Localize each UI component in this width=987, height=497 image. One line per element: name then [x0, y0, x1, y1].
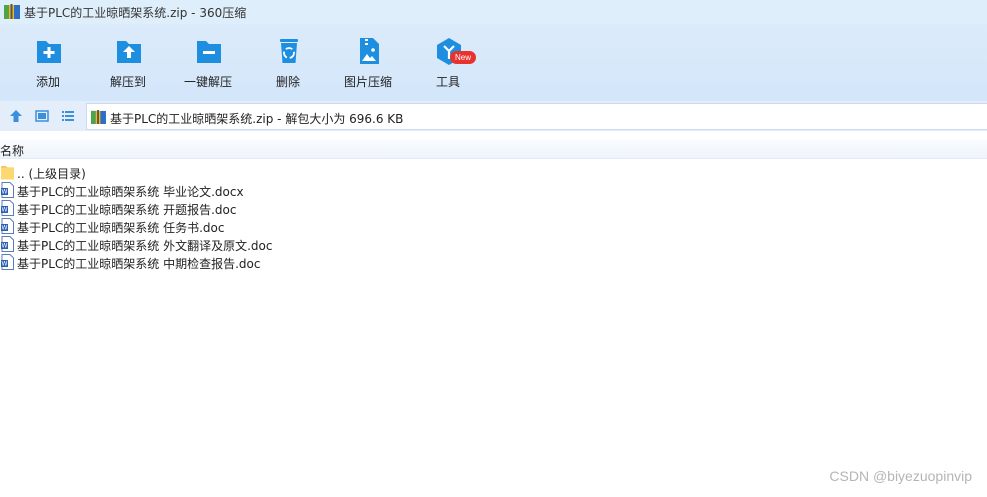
word-document-icon: W: [1, 254, 14, 270]
tools-label: 工具: [435, 75, 460, 89]
list-item[interactable]: W 基于PLC的工业晾晒架系统 毕业论文.docx: [0, 181, 600, 199]
window-title: 基于PLC的工业晾晒架系统.zip - 360压缩: [24, 6, 247, 20]
svg-text:W: W: [2, 189, 8, 196]
extract-to-button[interactable]: 解压到: [86, 36, 170, 98]
address-path: 基于PLC的工业晾晒架系统.zip - 解包大小为 696.6 KB: [110, 112, 404, 126]
file-name: 基于PLC的工业晾晒架系统 外文翻译及原文.doc: [17, 239, 273, 253]
tools-button[interactable]: 工具: [406, 36, 490, 98]
one-click-extract-icon: [197, 41, 221, 63]
file-name: 基于PLC的工业晾晒架系统 任务书.doc: [17, 221, 225, 235]
watermark: CSDN @biyezuopinvip: [829, 468, 972, 484]
word-document-icon: W: [1, 236, 14, 252]
one-click-extract-label: 一键解压: [183, 75, 232, 89]
add-button[interactable]: 添加: [6, 36, 90, 98]
up-arrow-icon[interactable]: [9, 109, 23, 123]
column-header: 名称: [0, 139, 987, 159]
list-item[interactable]: W 基于PLC的工业晾晒架系统 外文翻译及原文.doc: [0, 235, 600, 253]
list-item[interactable]: W 基于PLC的工业晾晒架系统 中期检查报告.doc: [0, 253, 600, 271]
file-name: .. (上级目录): [17, 167, 86, 181]
file-name: 基于PLC的工业晾晒架系统 毕业论文.docx: [17, 185, 244, 199]
list-view-icon[interactable]: [61, 109, 75, 123]
add-label: 添加: [35, 75, 60, 89]
address-field[interactable]: 基于PLC的工业晾晒架系统.zip - 解包大小为 696.6 KB: [86, 103, 987, 130]
address-bar: 基于PLC的工业晾晒架系统.zip - 解包大小为 696.6 KB: [0, 101, 987, 131]
delete-button[interactable]: 删除: [246, 36, 330, 98]
svg-text:W: W: [2, 243, 8, 250]
list-item-parent-folder[interactable]: .. (上级目录): [0, 163, 600, 181]
word-document-icon: W: [1, 218, 14, 234]
image-compress-label: 图片压缩: [343, 75, 392, 89]
folder-icon: [1, 166, 14, 180]
file-name: 基于PLC的工业晾晒架系统 中期检查报告.doc: [17, 257, 261, 271]
archive-app-icon: [4, 4, 20, 19]
delete-label: 删除: [275, 75, 300, 89]
svg-text:W: W: [2, 225, 8, 232]
toolbar: 添加 解压到 一键解压 删除 图片压缩 工具 New: [0, 24, 987, 101]
extract-to-label: 解压到: [109, 75, 146, 89]
list-item[interactable]: W 基于PLC的工业晾晒架系统 开题报告.doc: [0, 199, 600, 217]
image-compress-button[interactable]: 图片压缩: [326, 36, 410, 98]
new-badge: New: [450, 51, 476, 64]
list-item[interactable]: W 基于PLC的工业晾晒架系统 任务书.doc: [0, 217, 600, 235]
one-click-extract-button[interactable]: 一键解压: [166, 36, 250, 98]
archive-file-icon: [91, 110, 106, 124]
word-document-icon: W: [1, 182, 14, 198]
extract-to-icon: [117, 41, 141, 63]
recycle-delete-icon: [280, 39, 298, 63]
image-compress-icon: [360, 38, 379, 64]
add-folder-icon: [37, 41, 61, 63]
file-name: 基于PLC的工业晾晒架系统 开题报告.doc: [17, 203, 237, 217]
word-document-icon: W: [1, 200, 14, 216]
svg-text:W: W: [2, 261, 8, 268]
thumbnail-view-icon[interactable]: [35, 109, 49, 123]
svg-text:W: W: [2, 207, 8, 214]
column-name-header[interactable]: 名称: [0, 142, 24, 159]
title-bar: 基于PLC的工业晾晒架系统.zip - 360压缩: [0, 0, 987, 24]
